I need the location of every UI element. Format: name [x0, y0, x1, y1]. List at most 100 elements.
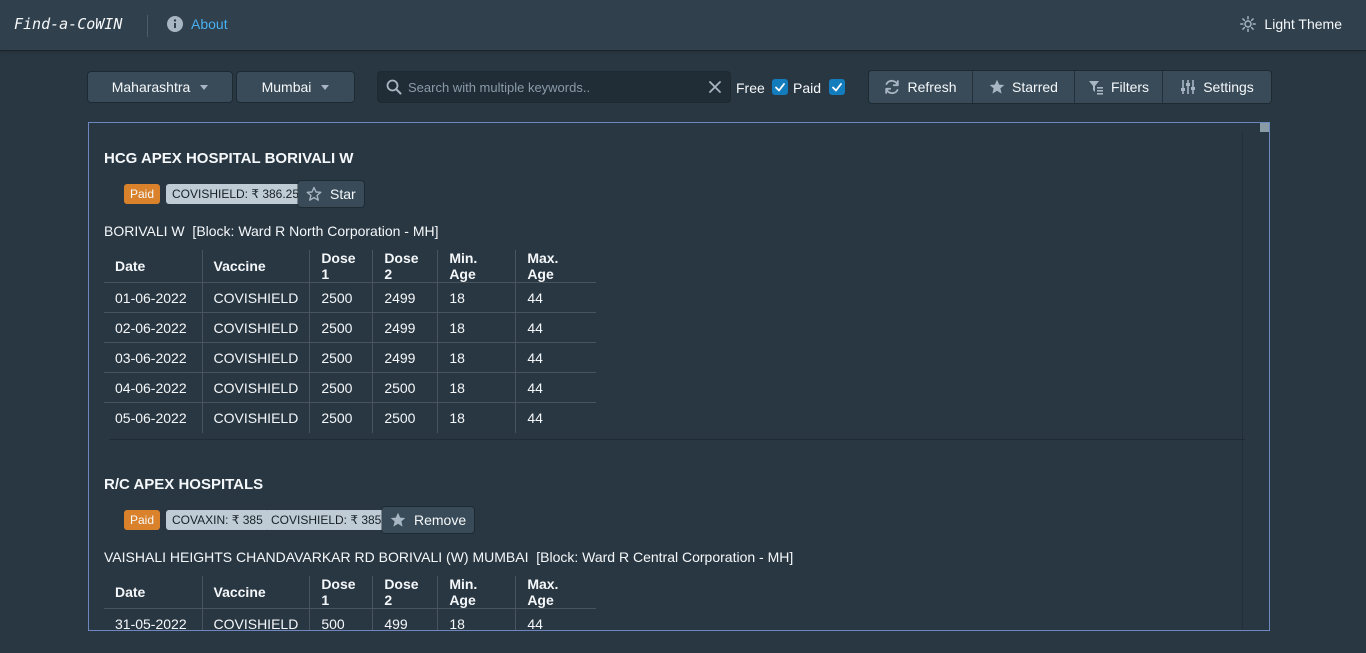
about-label: About: [191, 16, 228, 32]
free-filter-checkbox[interactable]: [772, 79, 788, 95]
district-select[interactable]: Mumbai: [237, 72, 354, 102]
column-header-dose1: Dose 1: [309, 250, 373, 283]
starred-label: Starred: [1012, 79, 1058, 95]
starred-button[interactable]: Starred: [973, 71, 1075, 103]
table-header-row: Date Vaccine Dose 1 Dose 2 Min. Age Max.…: [104, 576, 596, 609]
cell-dose2: 2500: [372, 402, 438, 433]
navbar: Find-a-CoWIN About Light Theme: [0, 0, 1366, 50]
refresh-label: Refresh: [907, 79, 957, 95]
card-column-edge: [1242, 132, 1243, 630]
search-input[interactable]: [408, 72, 698, 102]
cell-min-age: 18: [437, 282, 516, 313]
remove-button-label: Remove: [414, 512, 467, 528]
price-tag: COVISHIELD: ₹ 386.25: [166, 184, 306, 204]
state-select[interactable]: Maharashtra: [88, 72, 232, 102]
table-row: 04-06-2022 COVISHIELD 2500 2500 18 44: [104, 372, 596, 403]
filter-list-icon: [1088, 81, 1103, 95]
cell-date: 04-06-2022: [104, 372, 202, 403]
column-header-date: Date: [115, 258, 146, 274]
column-header-dose2: Dose 2: [372, 576, 438, 609]
app-brand[interactable]: Find-a-CoWIN: [14, 15, 122, 33]
sessions-table: Date Vaccine Dose 1 Dose 2 Min. Age Max.…: [104, 250, 596, 433]
paid-filter-checkbox[interactable]: [829, 79, 845, 95]
cell-dose2: 2499: [372, 312, 438, 343]
cell-date: 03-06-2022: [104, 342, 202, 373]
star-empty-icon: [306, 186, 322, 201]
search-box: [378, 72, 730, 102]
cell-date: 05-06-2022: [104, 402, 202, 433]
star-icon: [989, 79, 1005, 94]
cell-min-age: 18: [437, 402, 516, 433]
table-row: 31-05-2022 COVISHIELD 500 499 18 44: [104, 608, 596, 630]
cell-max-age: 44: [515, 402, 596, 433]
price-tag: COVISHIELD: ₹ 385: [265, 510, 388, 530]
column-header-min-age: Min. Age: [437, 250, 516, 283]
settings-button[interactable]: Settings: [1163, 71, 1271, 103]
cell-vaccine: COVISHIELD: [201, 312, 310, 343]
cell-max-age: 44: [515, 282, 596, 313]
cell-min-age: 18: [437, 312, 516, 343]
about-link[interactable]: About: [167, 16, 228, 32]
results-panel[interactable]: HCG APEX HOSPITAL BORIVALI W Paid COVISH…: [88, 122, 1270, 631]
cell-max-age: 44: [515, 312, 596, 343]
cell-dose1: 500: [309, 608, 373, 630]
column-header-dose1: Dose 1: [309, 576, 373, 609]
flash-icon: [1240, 16, 1257, 32]
cell-min-age: 18: [437, 372, 516, 403]
cell-vaccine: COVISHIELD: [201, 342, 310, 373]
cell-dose1: 2500: [309, 402, 373, 433]
cell-dose2: 499: [372, 608, 438, 630]
table-header-row: Date Vaccine Dose 1 Dose 2 Min. Age Max.…: [104, 250, 596, 283]
district-select-value: Mumbai: [261, 79, 312, 95]
table-row: 03-06-2022 COVISHIELD 2500 2499 18 44: [104, 342, 596, 373]
check-icon: [832, 83, 842, 92]
center-name: R/C APEX HOSPITALS: [104, 476, 264, 493]
column-header-max-age: Max. Age: [515, 250, 596, 283]
scrollbar-thumb[interactable]: [1260, 123, 1269, 132]
column-header-min-age: Min. Age: [437, 576, 516, 609]
cell-vaccine: COVISHIELD: [201, 372, 310, 403]
table-row: 02-06-2022 COVISHIELD 2500 2499 18 44: [104, 312, 596, 343]
refresh-button[interactable]: Refresh: [869, 71, 973, 103]
refresh-icon: [885, 79, 900, 95]
table-row: 01-06-2022 COVISHIELD 2500 2499 18 44: [104, 282, 596, 313]
column-header-vaccine: Vaccine: [201, 250, 310, 283]
cell-max-age: 44: [515, 342, 596, 373]
fee-type-tag: Paid: [124, 510, 161, 530]
cell-date: 31-05-2022: [104, 608, 202, 630]
cell-min-age: 18: [437, 608, 516, 630]
cell-vaccine: COVISHIELD: [201, 282, 310, 313]
cell-vaccine: COVISHIELD: [201, 608, 310, 630]
cell-date: 01-06-2022: [104, 282, 202, 313]
theme-toggle-button[interactable]: Light Theme: [1240, 16, 1342, 32]
column-header-max-age: Max. Age: [515, 576, 596, 609]
info-icon: [167, 16, 183, 32]
cell-max-age: 44: [515, 372, 596, 403]
sessions-table: Date Vaccine Dose 1 Dose 2 Min. Age Max.…: [104, 576, 596, 630]
settings-sliders-icon: [1181, 80, 1196, 94]
settings-label: Settings: [1203, 79, 1254, 95]
clear-search-icon[interactable]: [708, 80, 722, 94]
check-icon: [775, 83, 785, 92]
center-address: VAISHALI HEIGHTS CHANDAVARKAR RD BORIVAL…: [104, 549, 794, 565]
star-button[interactable]: Star: [298, 181, 364, 207]
cell-dose1: 2500: [309, 282, 373, 313]
card-divider: [109, 439, 1245, 440]
cell-vaccine: COVISHIELD: [201, 402, 310, 433]
fee-type-tag: Paid: [124, 184, 161, 204]
star-button-label: Star: [330, 186, 356, 202]
caret-down-icon: [200, 84, 209, 90]
column-header-dose2: Dose 2: [372, 250, 438, 283]
filters-button[interactable]: Filters: [1075, 71, 1163, 103]
price-tag: COVAXIN: ₹ 385: [166, 510, 269, 530]
cell-date: 02-06-2022: [104, 312, 202, 343]
cell-dose1: 2500: [309, 342, 373, 373]
cell-dose2: 2499: [372, 342, 438, 373]
center-name: HCG APEX HOSPITAL BORIVALI W: [104, 150, 354, 167]
search-icon: [386, 79, 402, 95]
state-select-value: Maharashtra: [111, 79, 191, 95]
star-icon: [390, 512, 406, 527]
remove-star-button[interactable]: Remove: [382, 507, 475, 533]
navbar-divider: [147, 15, 148, 37]
column-header-date: Date: [115, 584, 146, 600]
